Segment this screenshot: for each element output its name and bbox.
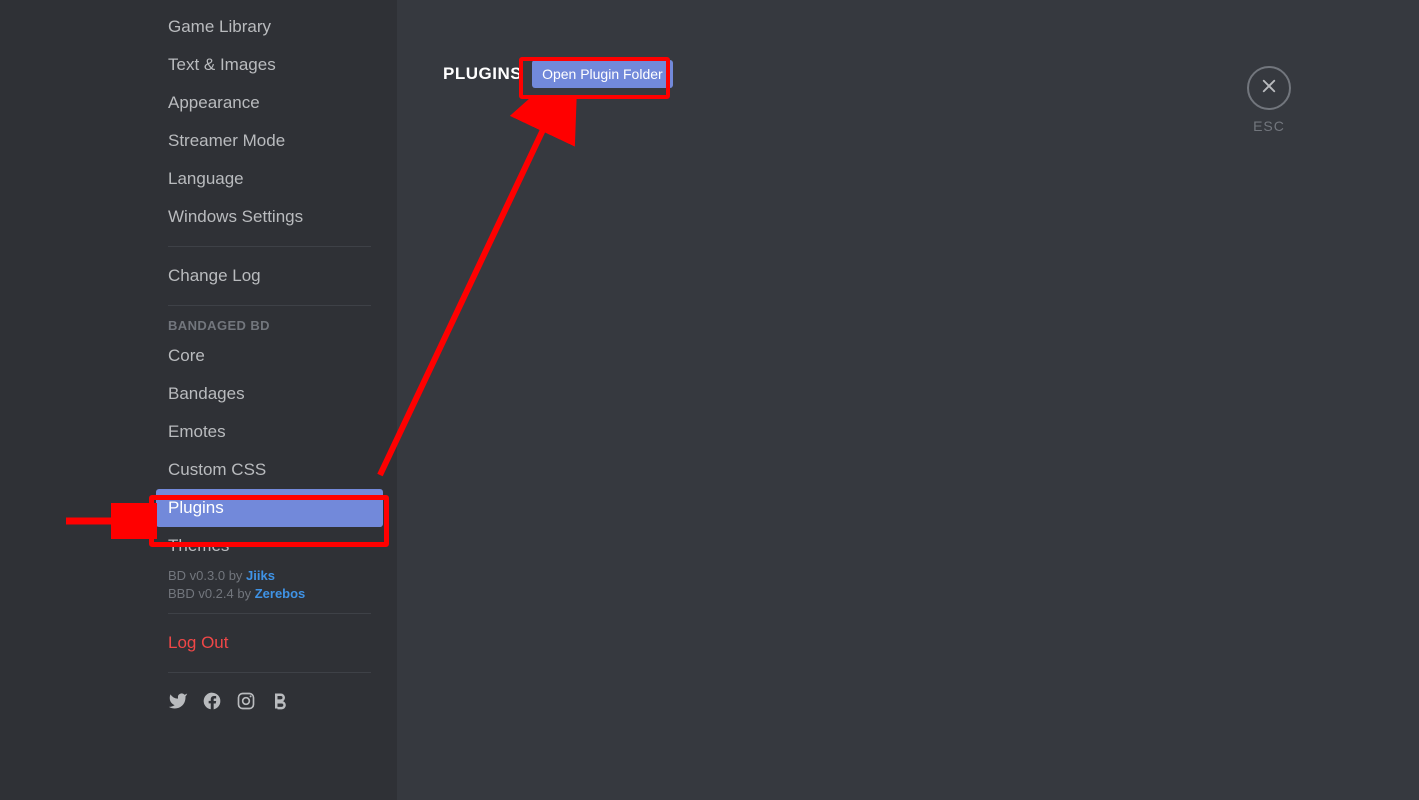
close-icon xyxy=(1260,77,1278,100)
bbd-author-link[interactable]: Zerebos xyxy=(255,586,306,601)
content-header: PLUGINS Open Plugin Folder xyxy=(443,60,1373,88)
page-title: PLUGINS xyxy=(443,64,522,84)
close-button[interactable] xyxy=(1247,66,1291,110)
sidebar-item-change-log[interactable]: Change Log xyxy=(156,257,383,295)
settings-sidebar: Game Library Text & Images Appearance St… xyxy=(0,0,397,800)
sidebar-item-emotes[interactable]: Emotes xyxy=(156,413,383,451)
sidebar-item-core[interactable]: Core xyxy=(156,337,383,375)
bd-version-text: BD v0.3.0 by xyxy=(168,568,246,583)
bd-icon[interactable] xyxy=(270,691,290,716)
sidebar-separator xyxy=(168,613,371,614)
sidebar-item-plugins[interactable]: Plugins xyxy=(156,489,383,527)
sidebar-item-custom-css[interactable]: Custom CSS xyxy=(156,451,383,489)
open-plugin-folder-button[interactable]: Open Plugin Folder xyxy=(532,60,673,88)
twitter-icon[interactable] xyxy=(168,691,188,716)
sidebar-item-bandages[interactable]: Bandages xyxy=(156,375,383,413)
sidebar-item-language[interactable]: Language xyxy=(156,160,383,198)
sidebar-separator xyxy=(168,672,371,673)
sidebar-item-windows-settings[interactable]: Windows Settings xyxy=(156,198,383,236)
version-info: BD v0.3.0 by Jiiks BBD v0.2.4 by Zerebos xyxy=(156,567,383,603)
sidebar-item-game-library[interactable]: Game Library xyxy=(156,8,383,46)
sidebar-separator xyxy=(168,246,371,247)
facebook-icon[interactable] xyxy=(202,691,222,716)
sidebar-header-bandaged-bd: BANDAGED BD xyxy=(156,318,383,333)
bd-author-link[interactable]: Jiiks xyxy=(246,568,275,583)
sidebar-item-themes[interactable]: Themes xyxy=(156,527,383,565)
esc-label: ESC xyxy=(1253,118,1285,134)
sidebar-item-logout[interactable]: Log Out xyxy=(156,624,383,662)
sidebar-item-streamer-mode[interactable]: Streamer Mode xyxy=(156,122,383,160)
sidebar-item-text-images[interactable]: Text & Images xyxy=(156,46,383,84)
social-row xyxy=(156,683,383,716)
sidebar-item-appearance[interactable]: Appearance xyxy=(156,84,383,122)
close-stack: ESC xyxy=(1247,66,1291,134)
sidebar-separator xyxy=(168,305,371,306)
bbd-version-text: BBD v0.2.4 by xyxy=(168,586,255,601)
instagram-icon[interactable] xyxy=(236,691,256,716)
